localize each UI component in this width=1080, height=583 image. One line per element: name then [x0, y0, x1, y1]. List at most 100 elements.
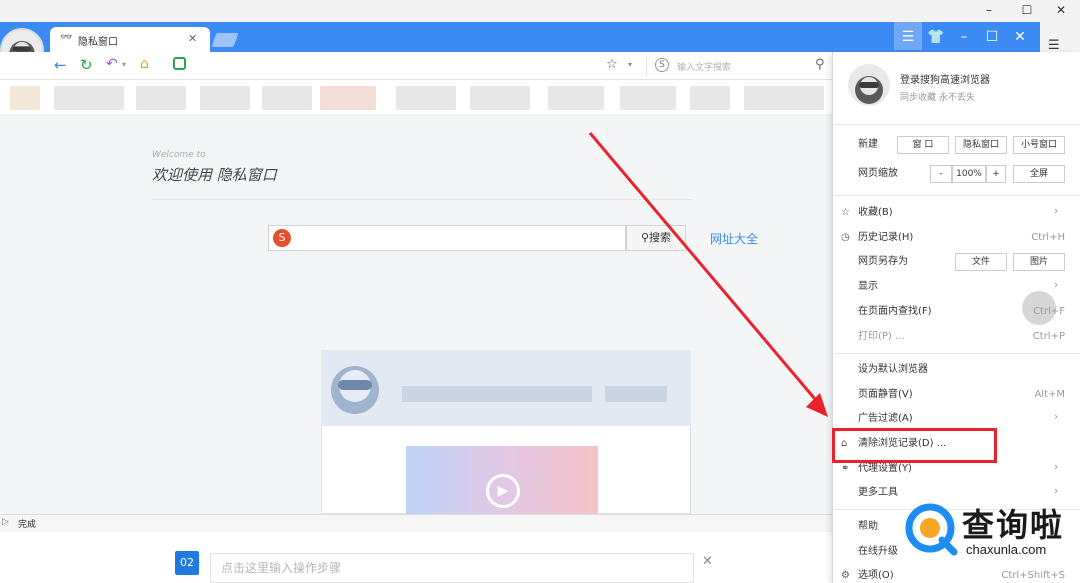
screenshot-root: – ☐ ✕ ☰ 👓 隐私窗口 ✕ ☰ 👕 – ☐ ✕ ← ↻ ↶ ▾ ⌂ ☆ ▾… [0, 0, 1080, 583]
menu-item-history[interactable]: 历史记录(H) [858, 229, 913, 247]
chevron-right-icon: › [1054, 204, 1059, 217]
menu-item-find[interactable]: 在页面内查找(F) [858, 303, 932, 321]
menu-login-subtitle: 同步收藏 永不丢失 [900, 93, 975, 103]
security-shield-icon[interactable] [173, 57, 186, 70]
sogou-search-engine-icon[interactable]: S [655, 58, 669, 72]
proxy-link-icon: ⚭ [841, 463, 850, 474]
search-icon[interactable]: ⚲ [815, 57, 825, 72]
zoom-value: 100% [952, 165, 986, 183]
menu-separator [834, 124, 1080, 125]
minimize-button[interactable]: – [950, 26, 978, 48]
bookmark-item[interactable] [690, 86, 730, 110]
status-text: 完成 [18, 520, 37, 530]
illustration-video-thumbnail: ▶ [406, 446, 598, 514]
refresh-icon[interactable]: ↻ [80, 56, 93, 74]
bookmark-item[interactable] [262, 86, 312, 110]
status-play-icon: ▷ [2, 517, 9, 527]
menu-item-more-tools[interactable]: 更多工具 [858, 484, 898, 502]
bookmark-item[interactable] [10, 86, 40, 110]
menu-item-help[interactable]: 帮助 [858, 518, 878, 536]
welcome-title: 欢迎使用 隐私窗口 [152, 166, 277, 184]
tab-private-window[interactable]: 👓 隐私窗口 ✕ [50, 27, 210, 52]
undo-dropdown-icon[interactable]: ▾ [122, 60, 126, 69]
new-private-window-button[interactable]: 隐私窗口 [955, 136, 1007, 154]
host-close-button[interactable]: ✕ [1052, 2, 1070, 18]
history-shortcut: Ctrl+H [1031, 232, 1065, 243]
watermark-text: 查询啦 [962, 506, 1065, 544]
menu-zoom-label: 网页缩放 [858, 168, 898, 179]
tab-close-icon[interactable]: ✕ [188, 32, 197, 45]
welcome-en: Welcome to [152, 150, 206, 160]
mute-shortcut: Alt+M [1034, 389, 1065, 400]
watermark-url: chaxunla.com [966, 542, 1047, 557]
close-button[interactable]: ✕ [1006, 26, 1034, 48]
step-input-field[interactable]: 点击这里输入操作步骤 [210, 553, 694, 583]
home-icon[interactable]: ⌂ [140, 56, 149, 72]
step-number-badge: 02 [175, 551, 199, 575]
bookmark-item[interactable] [744, 86, 824, 110]
incognito-avatar-icon [855, 76, 883, 104]
chevron-right-icon: › [1054, 460, 1059, 473]
annotation-arrow [588, 132, 828, 417]
page-search-input[interactable]: S [268, 225, 626, 251]
chevron-right-icon: › [1054, 278, 1059, 291]
host-minimize-button[interactable]: – [980, 2, 998, 18]
sogou-logo-icon: S [273, 229, 291, 247]
save-as-image-button[interactable]: 图片 [1013, 253, 1065, 271]
menu-item-mute[interactable]: 页面静音(V) [858, 386, 913, 404]
zoom-in-button[interactable]: + [986, 165, 1006, 183]
bookmark-item[interactable] [470, 86, 530, 110]
annotation-highlight-box [832, 428, 997, 463]
menu-item-save-as[interactable]: 网页另存为 [858, 253, 908, 271]
menu-item-set-default[interactable]: 设为默认浏览器 [858, 361, 928, 379]
save-as-file-button[interactable]: 文件 [955, 253, 1007, 271]
bookmark-item[interactable] [548, 86, 604, 110]
address-search-box[interactable]: S 输入文字搜索 ⚲ [646, 56, 832, 76]
host-right-strip [1040, 22, 1080, 52]
chevron-right-icon: › [1054, 484, 1059, 497]
undo-close-icon[interactable]: ↶ [106, 56, 118, 72]
menu-item-upgrade[interactable]: 在线升级 [858, 543, 898, 561]
menu-item-ad-filter[interactable]: 广告过滤(A) [858, 410, 913, 428]
print-shortcut: Ctrl+P [1032, 331, 1065, 342]
find-shortcut: Ctrl+F [1033, 306, 1065, 317]
menu-avatar[interactable] [848, 64, 890, 106]
menu-new-label: 新建 [858, 139, 878, 150]
favorite-dropdown-icon[interactable]: ▾ [628, 60, 632, 69]
menu-login-title[interactable]: 登录搜狗高速浏览器 [900, 71, 990, 86]
play-icon: ▶ [486, 474, 520, 508]
back-icon[interactable]: ← [54, 56, 67, 74]
gear-icon: ⚙ [841, 570, 850, 581]
skin-icon[interactable]: 👕 [922, 26, 950, 48]
watermark-logo-icon [902, 500, 962, 560]
host-maximize-button[interactable]: ☐ [1018, 2, 1036, 18]
zoom-out-button[interactable]: - [930, 165, 952, 183]
incognito-mask-icon: 👓 [60, 32, 73, 43]
host-window-titlebar [0, 0, 1080, 22]
status-bar [0, 514, 832, 532]
bookmark-item[interactable] [136, 86, 186, 110]
history-clock-icon: ◷ [841, 232, 850, 243]
menu-item-options[interactable]: 选项(O) [858, 567, 894, 583]
host-menu-icon[interactable]: ☰ [1048, 38, 1060, 53]
menu-item-favorites[interactable]: 收藏(B) [858, 204, 893, 222]
favorite-star-icon[interactable]: ☆ [606, 57, 618, 72]
step-close-icon[interactable]: ✕ [702, 554, 713, 569]
maximize-button[interactable]: ☐ [978, 26, 1006, 48]
bookmark-item[interactable] [396, 86, 456, 110]
new-window-button[interactable]: 窗 口 [897, 136, 949, 154]
fullscreen-button[interactable]: 全屏 [1013, 165, 1065, 183]
options-shortcut: Ctrl+Shift+S [1001, 570, 1065, 581]
illustration-bar [402, 386, 592, 402]
mask-avatar-icon [328, 356, 382, 420]
favorites-star-icon: ☆ [841, 207, 850, 218]
bookmark-item[interactable] [320, 86, 376, 110]
menu-separator [834, 195, 1080, 196]
bookmark-item[interactable] [54, 86, 124, 110]
new-alt-account-window-button[interactable]: 小号窗口 [1013, 136, 1065, 154]
main-menu-icon[interactable]: ☰ [894, 26, 922, 48]
bookmark-item[interactable] [620, 86, 676, 110]
bookmark-item[interactable] [200, 86, 250, 110]
menu-item-print[interactable]: 打印(P) ... [858, 328, 905, 346]
menu-item-display[interactable]: 显示 [858, 278, 878, 296]
